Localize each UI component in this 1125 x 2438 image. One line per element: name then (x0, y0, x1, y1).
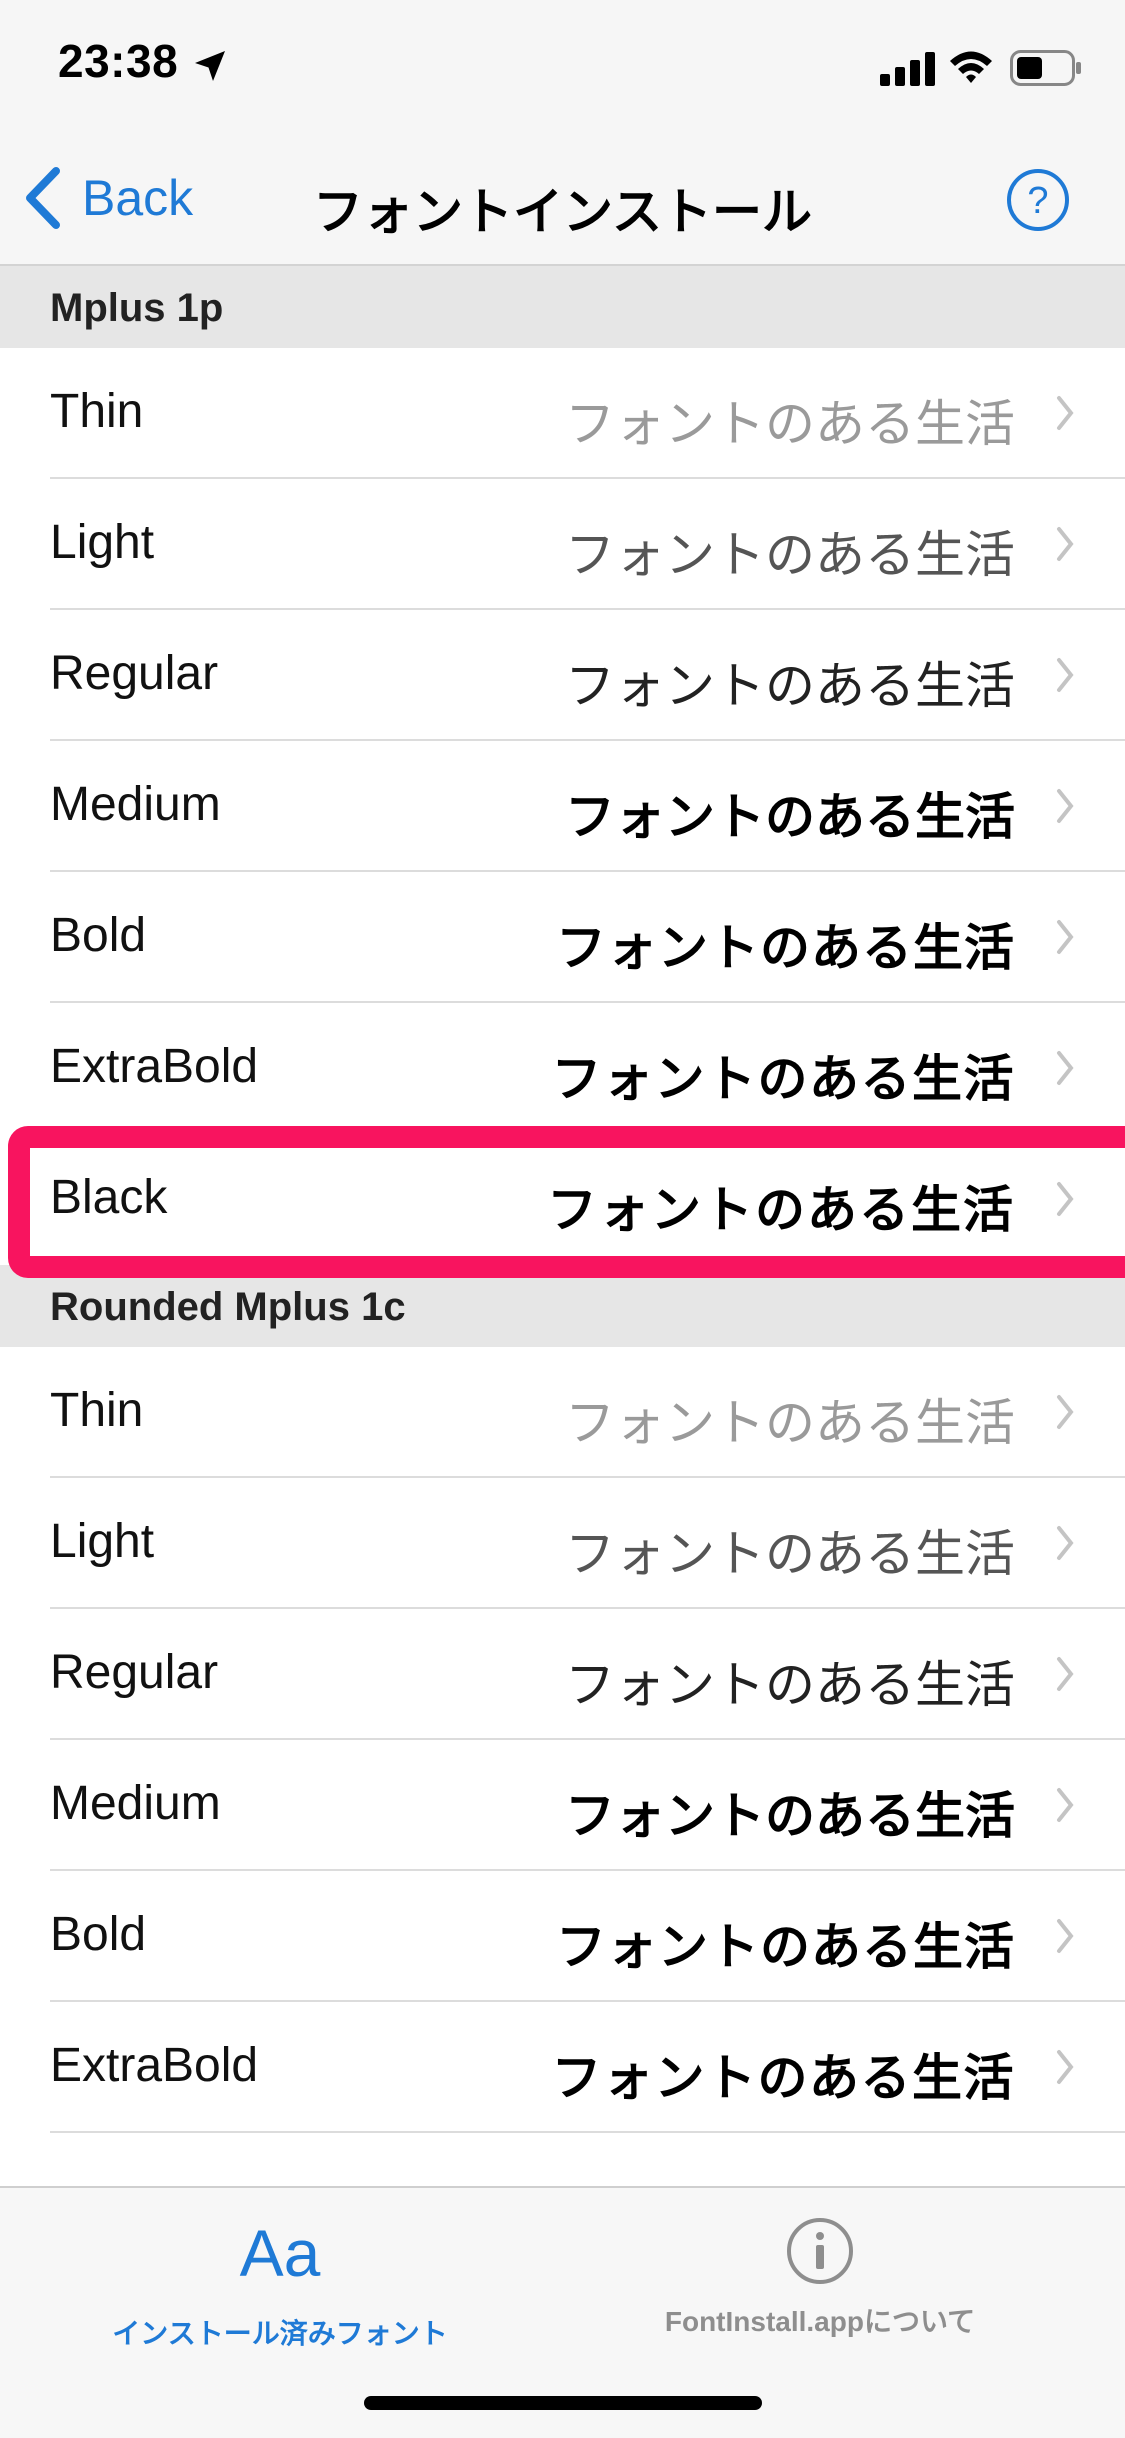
font-sample-text: フォントのある生活 (556, 920, 1015, 976)
font-sample-text: フォントのある生活 (551, 2050, 1015, 2106)
chevron-right-icon (1057, 1526, 1074, 1560)
chevron-right-icon (1057, 1657, 1074, 1691)
font-sample-text: フォントのある生活 (547, 1182, 1015, 1238)
font-weight-label: Thin (50, 1384, 144, 1437)
font-row-mplus-1p-extrabold[interactable]: ExtraBold フォントのある生活 (0, 1003, 1125, 1134)
font-sample-text: フォントのある生活 (565, 658, 1015, 714)
font-weight-label: Bold (50, 1908, 147, 1961)
font-weight-label: Regular (50, 647, 219, 700)
navigation-bar: Back フォントインストール ? (0, 132, 1125, 266)
font-row-rounded-light[interactable]: Light フォントのある生活 (0, 1478, 1125, 1609)
font-weight-label: ExtraBold (50, 1040, 259, 1093)
chevron-right-icon (1057, 1919, 1074, 1953)
home-indicator[interactable] (364, 2396, 762, 2410)
chevron-right-icon (1057, 1395, 1074, 1429)
font-weight-label: Medium (50, 1777, 221, 1830)
chevron-right-icon (1057, 527, 1074, 561)
section-title: Mplus 1p (50, 286, 224, 330)
chevron-right-icon (1057, 1051, 1074, 1085)
font-weight-label: Bold (50, 909, 147, 962)
chevron-right-icon (1057, 920, 1074, 954)
wifi-icon (950, 51, 992, 83)
font-row-mplus-1p-medium[interactable]: Medium フォントのある生活 (0, 741, 1125, 872)
section-header-rounded-mplus-1c: Rounded Mplus 1c (0, 1265, 1125, 1347)
section-title: Rounded Mplus 1c (50, 1285, 406, 1329)
font-row-rounded-thin[interactable]: Thin フォントのある生活 (0, 1347, 1125, 1478)
font-weight-label: Light (50, 1515, 155, 1568)
chevron-right-icon (1057, 1182, 1074, 1216)
font-sample-text: フォントのある生活 (565, 527, 1015, 583)
font-row-rounded-bold[interactable]: Bold フォントのある生活 (0, 1871, 1125, 2002)
font-row-mplus-1p-bold[interactable]: Bold フォントのある生活 (0, 872, 1125, 1003)
font-row-rounded-extrabold[interactable]: ExtraBold フォントのある生活 (0, 2002, 1125, 2133)
font-weight-label: Thin (50, 385, 144, 438)
chevron-right-icon (1057, 789, 1074, 823)
font-weight-label: Light (50, 516, 155, 569)
font-sample-text: フォントのある生活 (565, 1788, 1015, 1844)
battery-icon (1010, 50, 1081, 86)
font-row-rounded-medium[interactable]: Medium フォントのある生活 (0, 1740, 1125, 1871)
font-sample-text: フォントのある生活 (565, 789, 1015, 845)
status-bar: 23:38 (0, 0, 1125, 132)
tab-label: FontInstall.appについて (664, 2306, 976, 2337)
font-row-mplus-1p-thin[interactable]: Thin フォントのある生活 (0, 348, 1125, 479)
chevron-right-icon (1057, 396, 1074, 430)
info-circle-icon (787, 2218, 853, 2284)
tab-about-app[interactable]: FontInstall.appについて (570, 2208, 1070, 2340)
font-row-rounded-regular[interactable]: Regular フォントのある生活 (0, 1609, 1125, 1740)
font-row-mplus-1p-black[interactable]: Black フォントのある生活 (0, 1134, 1125, 1265)
font-weight-label: ExtraBold (50, 2039, 259, 2092)
chevron-right-icon (1057, 2050, 1074, 2084)
font-sample-text: フォントのある生活 (551, 1051, 1015, 1107)
chevron-right-icon (1057, 658, 1074, 692)
font-weight-label: Medium (50, 778, 221, 831)
cellular-signal-icon (880, 52, 935, 86)
location-arrow-icon (195, 51, 225, 81)
status-time: 23:38 (58, 35, 179, 87)
font-row-mplus-1p-light[interactable]: Light フォントのある生活 (0, 479, 1125, 610)
tab-bar: Aa インストール済みフォント FontInstall.appについて (0, 2186, 1125, 2438)
svg-text:?: ? (1027, 180, 1048, 222)
font-row-mplus-1p-regular[interactable]: Regular フォントのある生活 (0, 610, 1125, 741)
font-aa-icon: Aa (239, 2216, 321, 2290)
tab-installed-fonts[interactable]: Aa インストール済みフォント (30, 2208, 530, 2352)
font-sample-text: フォントのある生活 (565, 1526, 1015, 1582)
font-sample-text: フォントのある生活 (565, 1657, 1015, 1713)
font-sample-text: フォントのある生活 (565, 1395, 1015, 1451)
page-title: フォントインストール (313, 184, 812, 240)
font-sample-text: フォントのある生活 (556, 1919, 1015, 1975)
chevron-right-icon (1057, 1788, 1074, 1822)
section-header-mplus-1p: Mplus 1p (0, 266, 1125, 348)
question-circle-icon[interactable]: ? (1006, 168, 1070, 232)
font-weight-label: Regular (50, 1646, 219, 1699)
font-sample-text: フォントのある生活 (565, 396, 1015, 452)
tab-label: インストール済みフォント (112, 2318, 448, 2349)
font-weight-label: Black (50, 1171, 168, 1224)
